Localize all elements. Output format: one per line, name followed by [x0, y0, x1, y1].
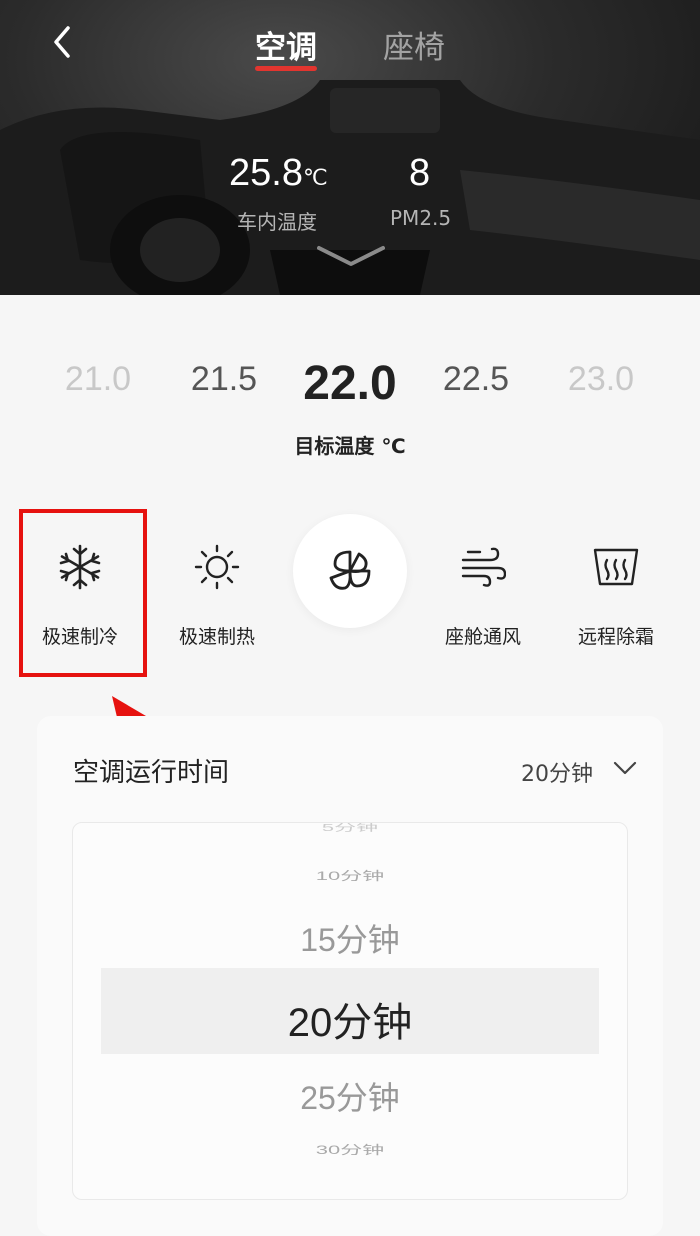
picker-item[interactable]: 5分钟 [73, 823, 627, 834]
cabin-temp-value: 25.8℃ [229, 152, 328, 195]
temp-option[interactable]: 23.0 [551, 360, 651, 399]
remote-defrost-label: 远程除霜 [577, 626, 654, 648]
runtime-current-value: 20分钟 [521, 762, 593, 787]
temp-selected[interactable]: 22.0 [290, 356, 410, 411]
chevron-down-icon [613, 761, 637, 775]
picker-item[interactable]: 10分钟 [73, 866, 627, 884]
cabin-temp-label: 车内温度 [237, 210, 317, 234]
header-banner: 空调 座椅 25.8℃ 车内温度 8 PM2.5 [0, 0, 700, 295]
temp-option[interactable]: 21.0 [48, 360, 148, 399]
runtime-picker[interactable]: 5分钟 10分钟 15分钟 20分钟 25分钟 30分钟 [72, 822, 628, 1200]
fan-icon [329, 550, 371, 590]
back-button[interactable] [44, 22, 84, 62]
cabin-ventilation-label: 座舱通风 [444, 626, 521, 648]
tab-seat[interactable]: 座椅 [383, 22, 445, 67]
cabin-temp-number: 25.8 [229, 152, 303, 194]
temp-option[interactable]: 22.5 [426, 360, 526, 399]
runtime-dropdown[interactable]: 20分钟 [521, 756, 637, 788]
picker-item[interactable]: 25分钟 [73, 1073, 627, 1119]
rapid-heating-label: 极速制热 [178, 626, 255, 648]
rapid-heating-button[interactable]: 极速制热 [152, 520, 282, 660]
chevron-left-icon [54, 26, 70, 58]
pm25-label: PM2.5 [390, 206, 452, 230]
picker-item-selected[interactable]: 20分钟 [73, 990, 627, 1048]
highlight-annotation-box [19, 509, 147, 677]
fan-button[interactable] [293, 514, 407, 628]
sun-icon [194, 544, 240, 590]
temp-option[interactable]: 21.5 [174, 360, 274, 399]
picker-item[interactable]: 30分钟 [73, 1140, 627, 1158]
cabin-temp-unit: ℃ [302, 165, 328, 190]
remote-defrost-button[interactable]: 远程除霜 [551, 520, 681, 660]
runtime-title: 空调运行时间 [73, 758, 230, 788]
tab-air-conditioning[interactable]: 空调 [255, 22, 317, 67]
target-temp-label: 目标温度 ℃ [294, 434, 406, 458]
picker-item[interactable]: 15分钟 [73, 915, 627, 961]
defrost-icon [593, 548, 639, 586]
active-tab-indicator [255, 66, 317, 71]
runtime-card: 空调运行时间 20分钟 5分钟 10分钟 15分钟 20分钟 25分钟 30分钟 [37, 716, 663, 1236]
chevron-down-icon[interactable] [317, 244, 385, 268]
cabin-ventilation-button[interactable]: 座舱通风 [418, 520, 548, 660]
pm25-value: 8 [409, 152, 431, 194]
wind-icon [461, 547, 506, 587]
